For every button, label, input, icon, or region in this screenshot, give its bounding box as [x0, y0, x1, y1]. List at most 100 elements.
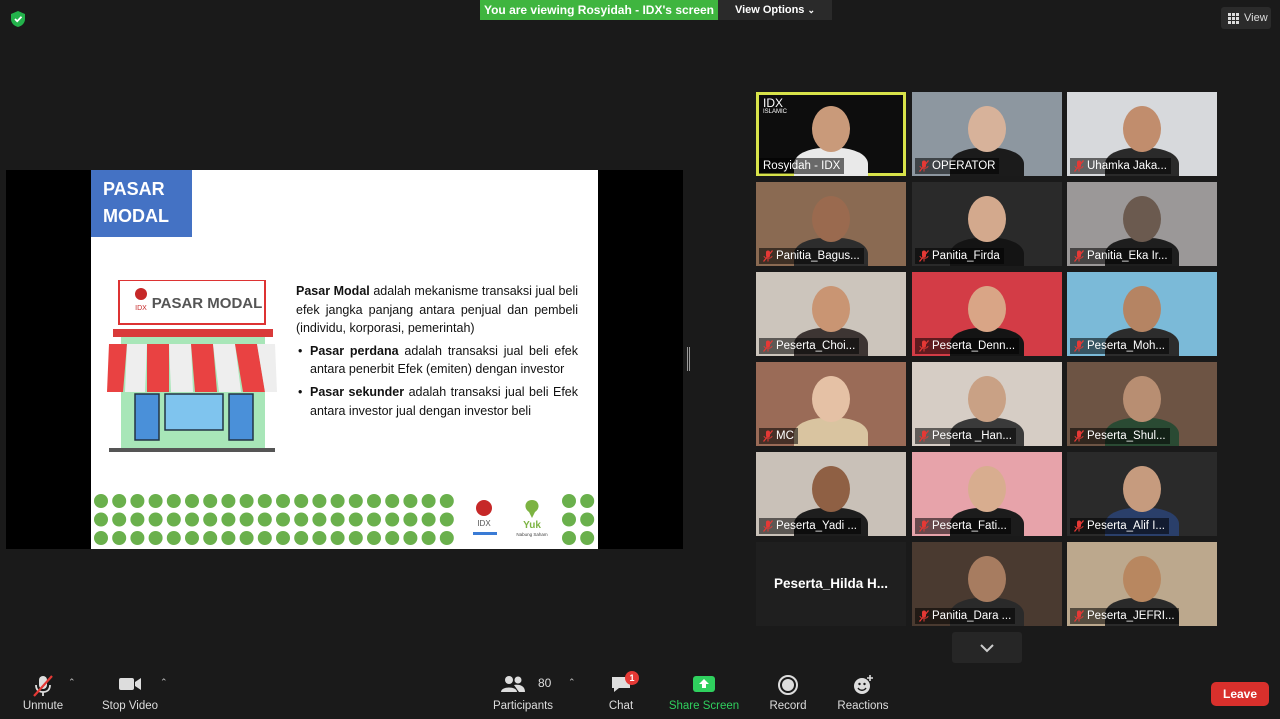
share-screen-icon — [693, 676, 715, 692]
participant-name-text: Panitia_Firda — [932, 250, 1000, 262]
participant-video-tile[interactable]: Peserta_Denn... — [912, 272, 1062, 356]
participant-name-label: Peserta_Alif I... — [1070, 518, 1169, 534]
participant-video-tile[interactable]: Peserta_Shul... — [1067, 362, 1217, 446]
participant-video-tile[interactable]: Peserta_Yadi ... — [756, 452, 906, 536]
reactions-label: Reactions — [837, 700, 889, 712]
participant-name-text: Panitia_Dara ... — [932, 610, 1012, 622]
mic-muted-icon — [1074, 610, 1084, 622]
participant-name-label: MC — [759, 428, 798, 444]
mic-muted-icon — [919, 340, 929, 352]
shield-icon[interactable] — [10, 10, 26, 28]
participant-video-tile[interactable]: Peserta_Alif I... — [1067, 452, 1217, 536]
decorative-dot — [203, 494, 218, 508]
participant-name-text: Peserta_Denn... — [932, 340, 1016, 352]
participant-name-label: Rosyidah - IDX — [759, 158, 845, 174]
view-options-button[interactable]: View Options ⌄ — [718, 0, 832, 20]
participant-face — [812, 286, 850, 332]
decorative-dot — [185, 512, 199, 527]
mic-muted-icon — [763, 250, 773, 262]
share-screen-button[interactable]: Share Screen — [668, 665, 740, 719]
gallery-next-page-button[interactable] — [952, 632, 1022, 663]
participant-name-label: Panitia_Eka Ir... — [1070, 248, 1172, 264]
participant-face — [1123, 376, 1161, 422]
reactions-button[interactable]: Reactions — [834, 665, 892, 719]
participant-video-tile[interactable]: Panitia_Eka Ir... — [1067, 182, 1217, 266]
decorative-dot — [294, 512, 309, 527]
view-button[interactable]: View — [1221, 7, 1271, 29]
participants-label: Participants — [492, 700, 554, 712]
participant-face — [968, 466, 1006, 512]
decorative-dot — [348, 531, 363, 545]
decorative-dot — [367, 531, 381, 545]
slide-title-line1: PASAR — [103, 179, 165, 199]
mic-muted-icon — [763, 520, 773, 532]
decorative-dot — [221, 494, 236, 508]
term-pasar-perdana: Pasar perdana — [310, 343, 399, 358]
chat-unread-badge: 1 — [625, 671, 639, 685]
sponsor-logos: IDX Yuk Nabung Saham — [473, 500, 548, 537]
participant-face — [1123, 556, 1161, 602]
participants-button[interactable]: 80 Participants — [490, 665, 556, 719]
decorative-dot — [421, 531, 436, 545]
participant-face — [812, 376, 850, 422]
participant-face — [812, 106, 850, 152]
unmute-button[interactable]: Unmute — [14, 665, 72, 719]
presentation-slide: PASAR MODAL IDX PASAR MODAL Pasar Modal … — [91, 170, 598, 549]
decorative-dot — [294, 494, 309, 508]
video-options-chevron-icon[interactable]: ⌃ — [160, 677, 170, 687]
record-button[interactable]: Record — [762, 665, 814, 719]
participant-name-label: Uhamka Jaka... — [1070, 158, 1171, 174]
decorative-dot — [330, 512, 345, 527]
decorative-dot — [403, 512, 418, 527]
leave-button[interactable]: Leave — [1211, 682, 1269, 706]
resize-handle[interactable] — [687, 347, 690, 371]
participant-name-text: Peserta_Yadi ... — [776, 520, 857, 532]
participant-video-tile[interactable]: Peserta_JEFRI... — [1067, 542, 1217, 626]
participant-video-tile[interactable]: Uhamka Jaka... — [1067, 92, 1217, 176]
participant-name-text: Panitia_Eka Ir... — [1087, 250, 1168, 262]
decorative-dot — [348, 494, 363, 508]
shared-screen[interactable]: PASAR MODAL IDX PASAR MODAL Pasar Modal … — [6, 170, 683, 549]
participant-face — [1123, 196, 1161, 242]
participant-video-tile[interactable]: Panitia_Dara ... — [912, 542, 1062, 626]
participant-video-tile[interactable]: Panitia_Firda — [912, 182, 1062, 266]
slide-title: PASAR MODAL — [91, 170, 192, 237]
svg-text:IDX: IDX — [135, 305, 147, 312]
decorative-dot — [148, 512, 163, 527]
participants-options-chevron-icon[interactable]: ⌃ — [568, 677, 578, 687]
slide-paragraph: Pasar Modal adalah mekanisme transaksi j… — [296, 282, 578, 338]
participant-video-tile[interactable]: OPERATOR — [912, 92, 1062, 176]
audio-options-chevron-icon[interactable]: ⌃ — [68, 677, 78, 687]
mic-muted-icon — [1074, 160, 1084, 172]
participant-face — [812, 466, 850, 512]
decorative-dot — [580, 512, 595, 527]
stop-video-button[interactable]: Stop Video — [98, 665, 162, 719]
mic-muted-icon — [1074, 430, 1084, 442]
participant-video-tile[interactable]: Peserta_Fati... — [912, 452, 1062, 536]
participant-name-tile[interactable]: Peserta_Hilda H... — [756, 542, 906, 626]
term-pasar-modal: Pasar Modal — [296, 284, 370, 298]
yuk-tree-icon — [525, 500, 539, 518]
participant-video-tile[interactable]: Peserta _Han... — [912, 362, 1062, 446]
video-camera-icon — [119, 678, 141, 690]
mic-muted-icon — [1074, 340, 1084, 352]
participant-video-tile[interactable]: Peserta_Choi... — [756, 272, 906, 356]
share-screen-label: Share Screen — [668, 700, 740, 712]
decorative-dot — [385, 494, 400, 508]
participant-video-tile[interactable]: MC — [756, 362, 906, 446]
participant-name-label: Peserta _Han... — [915, 428, 1016, 444]
decorative-dot — [330, 531, 345, 545]
decorative-dot — [403, 494, 418, 508]
participant-video-tile[interactable]: Panitia_Bagus... — [756, 182, 906, 266]
participant-video-tile[interactable]: IDX ISLAMIC Rosyidah - IDX — [756, 92, 906, 176]
participant-name-text: Uhamka Jaka... — [1087, 160, 1167, 172]
participant-video-tile[interactable]: Peserta_Moh... — [1067, 272, 1217, 356]
decorative-dot — [312, 531, 327, 545]
idx-logo-text: IDX — [477, 519, 491, 528]
view-label: View — [1244, 12, 1268, 24]
decorative-dot — [257, 494, 272, 508]
participant-name-label: Panitia_Dara ... — [915, 608, 1016, 624]
chat-button[interactable]: 1 Chat — [596, 665, 646, 719]
decorative-dot — [580, 531, 595, 545]
overlay-title: IDX — [763, 96, 784, 110]
